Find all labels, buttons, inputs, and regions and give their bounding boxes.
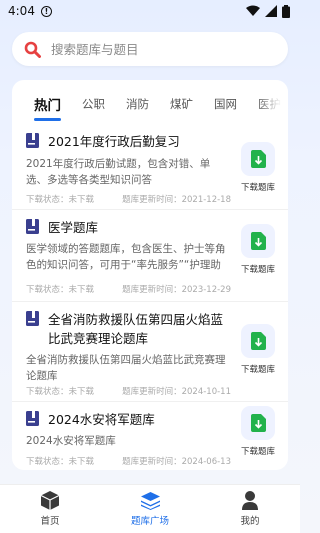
download-status: 下载状态：未下载 <box>26 285 95 295</box>
download-icon <box>250 150 266 168</box>
download-label: 下载题库 <box>240 365 275 375</box>
tabs-fade <box>256 80 288 124</box>
search-bar[interactable] <box>12 32 288 66</box>
download-button[interactable] <box>241 142 275 176</box>
search-input[interactable] <box>51 41 261 57</box>
book-icon <box>26 411 39 426</box>
download-status: 下载状态：未下载 <box>26 387 95 397</box>
category-tabs: 热门 公职 消防 煤矿 国网 医护 <box>12 80 288 124</box>
list-item[interactable]: 全省消防救援队伍第四届火焰蓝比武竞赛理论题库 全省消防救援队伍第四届火焰蓝比武竞… <box>12 302 288 402</box>
download-label: 下载题库 <box>240 447 275 457</box>
item-description: 医学领域的答题题库，包含医生、护士等角色的知识问答，可用于“率先服务”“护理助手… <box>26 243 226 271</box>
book-icon <box>26 219 39 234</box>
update-time: 题库更新时间：2023-12-29 <box>122 285 231 295</box>
nav-label-profile: 我的 <box>240 516 260 527</box>
nav-label-question-bank: 题库广场 <box>130 515 169 527</box>
book-icon <box>26 311 39 326</box>
download-icon <box>250 414 266 432</box>
nav-label-home: 首页 <box>40 516 60 527</box>
download-status: 下载状态：未下载 <box>26 457 95 467</box>
nav-profile[interactable]: 我的 <box>210 491 290 527</box>
book-icon <box>26 133 39 148</box>
list-item[interactable]: 2021年度行政后勤复习 2021年度行政后勤试题，包含对错、单选、多选等各类型… <box>12 124 288 210</box>
signal-icon <box>265 5 277 17</box>
download-label: 下载题库 <box>240 183 275 193</box>
layers-icon <box>140 491 160 510</box>
user-icon <box>242 491 258 510</box>
download-button[interactable] <box>241 224 275 258</box>
download-label: 下载题库 <box>240 265 275 275</box>
nav-question-bank[interactable]: 题库广场 <box>110 491 190 527</box>
list-item[interactable]: 医学题库 医学领域的答题题库，包含医生、护士等角色的知识问答，可用于“率先服务”… <box>12 210 288 302</box>
tab-hot[interactable]: 热门 <box>34 80 61 121</box>
item-title: 医学题库 <box>48 220 99 235</box>
item-title: 2024水安将军题库 <box>48 412 155 427</box>
list-item[interactable]: 2024水安将军题库 2024水安将军题库 下载状态：未下载 题库更新时间：20… <box>12 402 288 470</box>
item-description: 2021年度行政后勤试题，包含对错、单选、多选等各类型知识问答 <box>26 158 211 186</box>
nav-home[interactable]: 首页 <box>10 491 90 527</box>
download-icon <box>250 332 266 350</box>
status-time: 4:04 <box>8 4 35 18</box>
download-button[interactable] <box>241 324 275 358</box>
download-icon <box>250 232 266 250</box>
warning-icon: ! <box>40 5 52 17</box>
wifi-icon <box>246 5 260 16</box>
download-status: 下载状态：未下载 <box>26 195 95 205</box>
bottom-nav: 首页 题库广场 我的 <box>0 484 300 533</box>
tab-public-service[interactable]: 公职 <box>82 80 105 112</box>
update-time: 题库更新时间：2021-12-18 <box>122 195 231 205</box>
battery-icon <box>282 4 290 18</box>
update-time: 题库更新时间：2024-10-11 <box>122 387 231 397</box>
download-button[interactable] <box>241 406 275 440</box>
cube-icon <box>41 491 59 510</box>
item-description: 2024水安将军题库 <box>26 435 116 447</box>
item-title: 2021年度行政后勤复习 <box>48 134 180 149</box>
tab-fire[interactable]: 消防 <box>126 80 149 112</box>
search-icon[interactable] <box>24 41 41 58</box>
update-time: 题库更新时间：2024-06-13 <box>122 457 231 467</box>
item-title: 全省消防救援队伍第四届火焰蓝比武竞赛理论题库 <box>48 312 224 346</box>
tab-coal-mine[interactable]: 煤矿 <box>170 80 193 112</box>
item-description: 全省消防救援队伍第四届火焰蓝比武竞赛理论题库 <box>26 354 226 382</box>
question-bank-card: 热门 公职 消防 煤矿 国网 医护 2021年度行政后勤复习 2021年度行政后… <box>12 80 288 470</box>
tab-state-grid[interactable]: 国网 <box>214 80 237 112</box>
status-bar: 4:04 ! <box>0 0 300 22</box>
